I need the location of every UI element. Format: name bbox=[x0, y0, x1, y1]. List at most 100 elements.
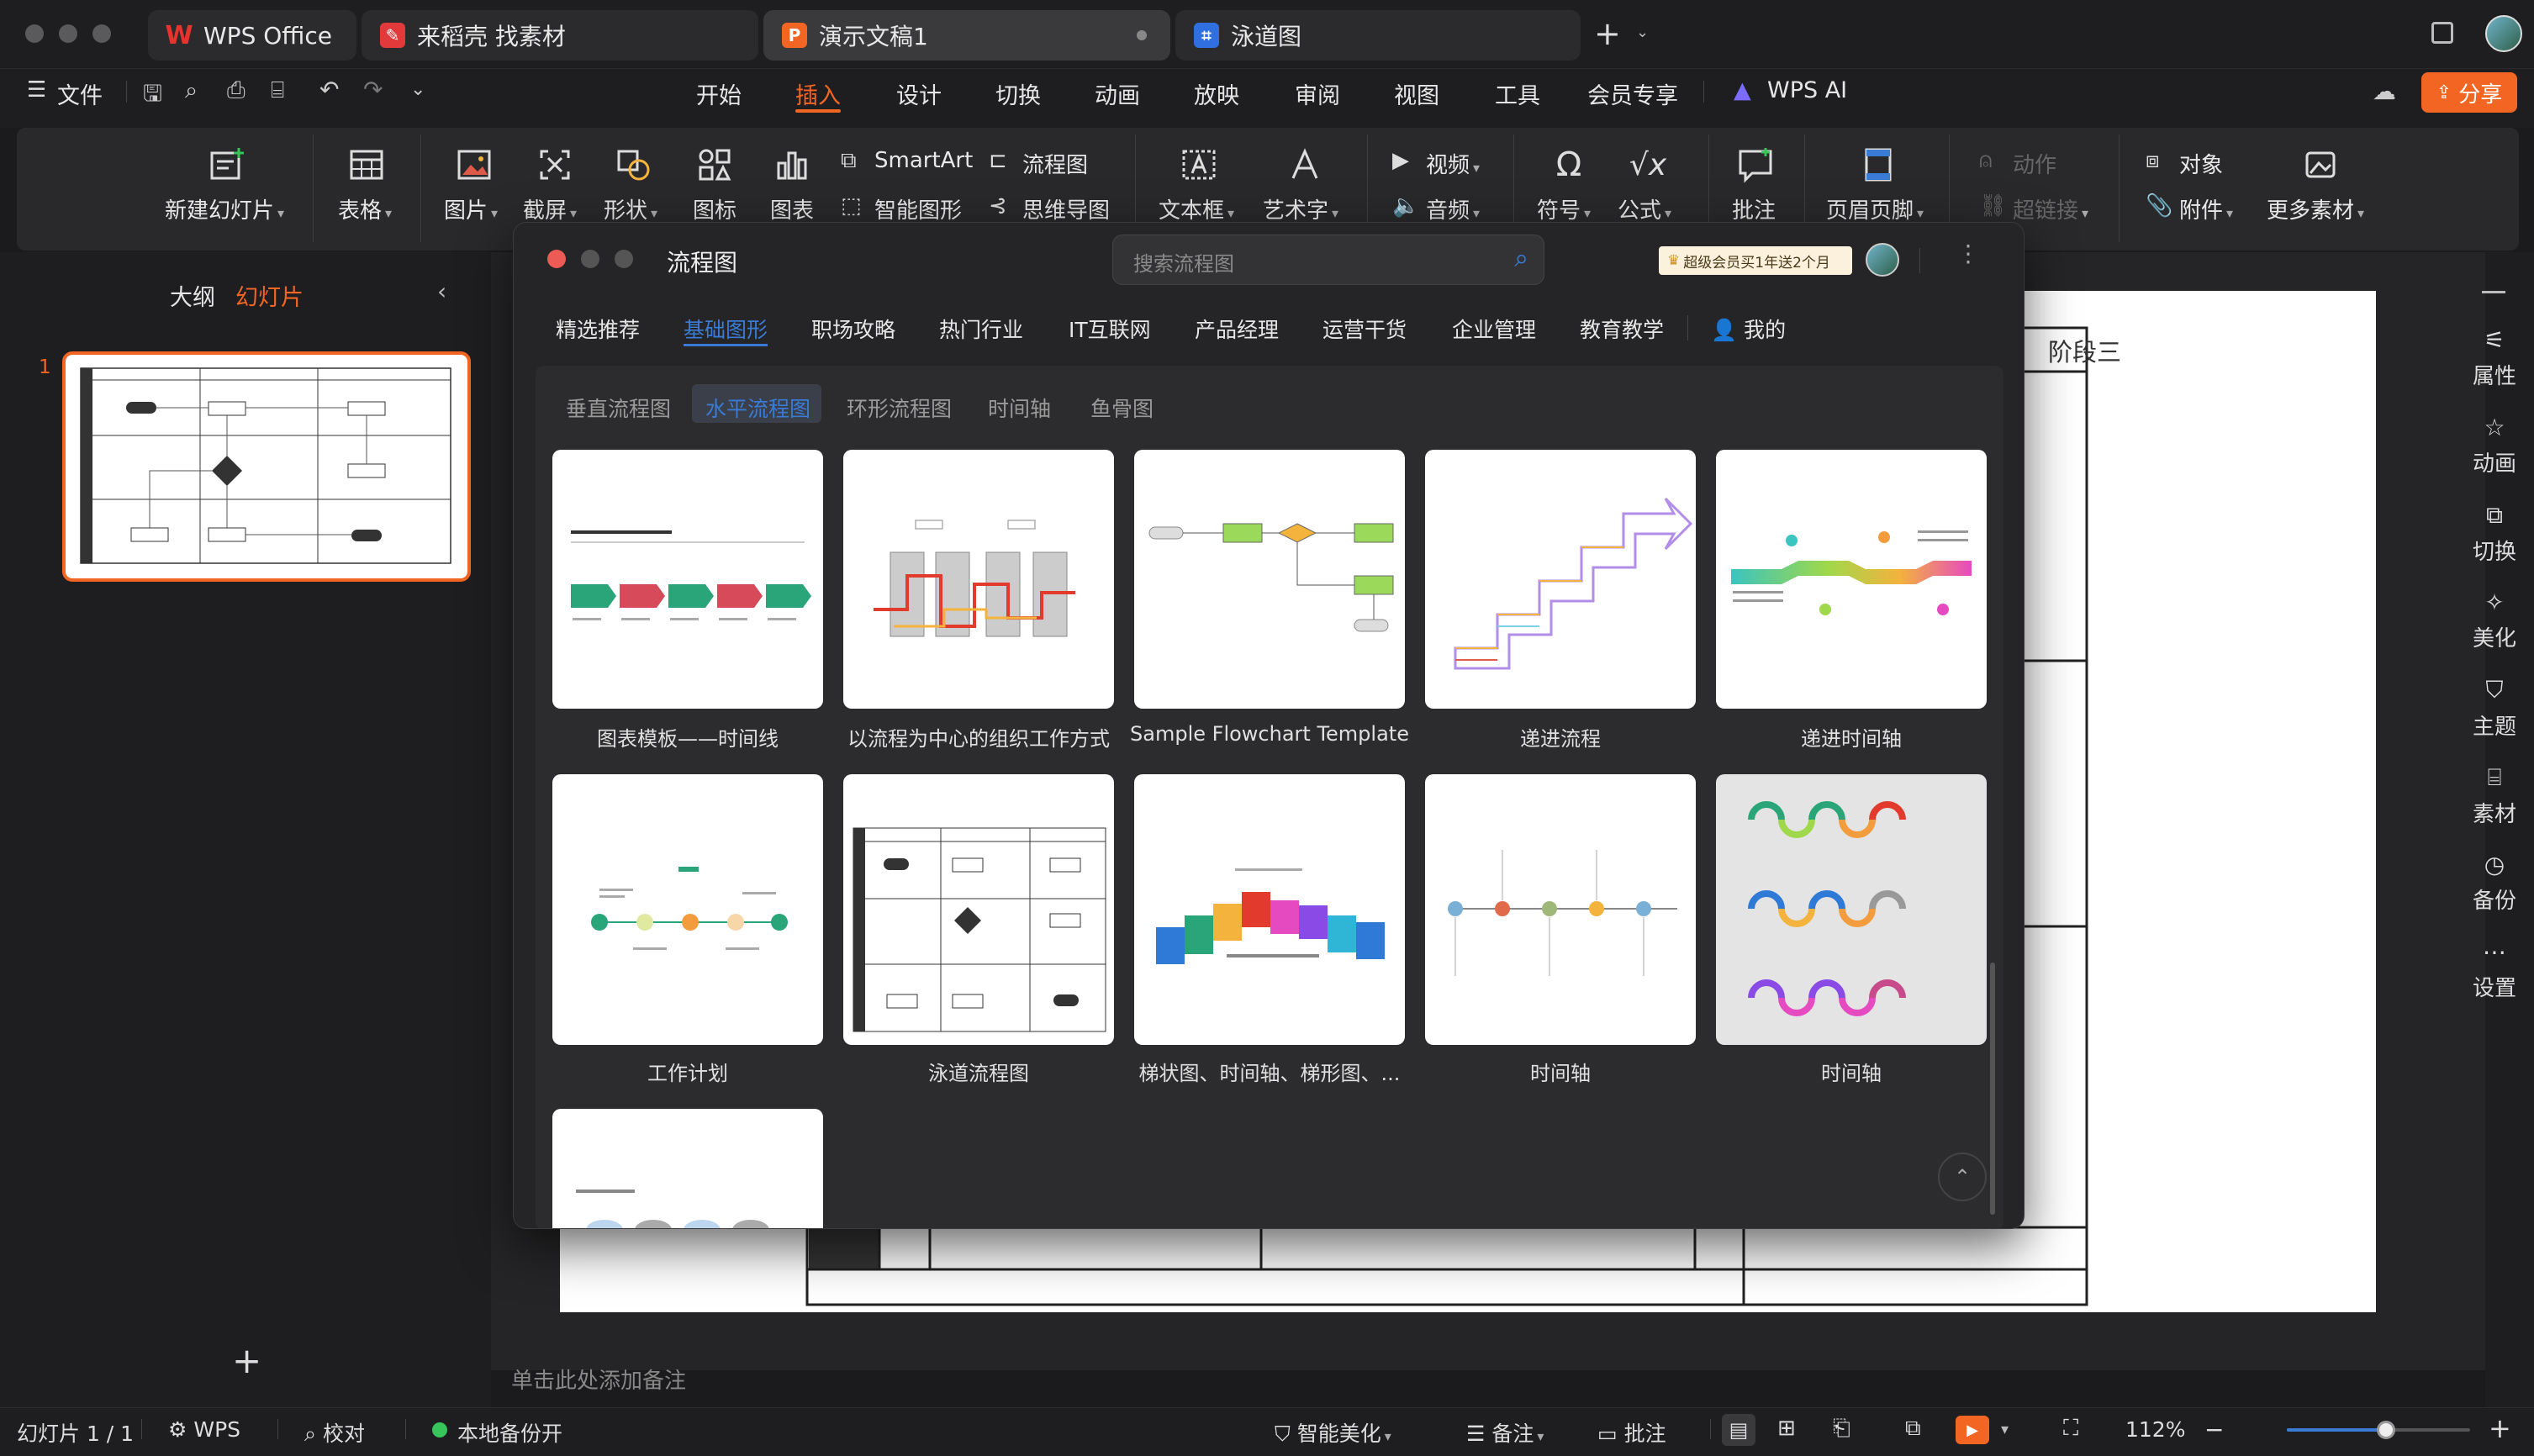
wordart-button[interactable]: 艺术字 ▾ bbox=[1263, 193, 1338, 224]
template-card-partial[interactable] bbox=[552, 1109, 823, 1228]
reading-view-icon[interactable]: ⎗ bbox=[1833, 1416, 1850, 1442]
table-button[interactable]: 表格 ▾ bbox=[338, 193, 392, 224]
category-industry[interactable]: 热门行业 bbox=[939, 314, 1023, 344]
format-painter-icon[interactable]: ⌕ bbox=[185, 77, 198, 104]
zoom-slider[interactable] bbox=[2287, 1421, 2470, 1439]
template-card-swimlane[interactable] bbox=[843, 774, 1114, 1045]
wps-ai-button[interactable]: WPS AI bbox=[1767, 77, 1847, 103]
subcategory-vertical[interactable]: 垂直流程图 bbox=[566, 393, 671, 423]
presenter-view-icon[interactable]: ⧉ bbox=[1905, 1416, 1921, 1442]
subcategory-timeline[interactable]: 时间轴 bbox=[988, 393, 1051, 423]
icon-button[interactable]: 图标 bbox=[693, 193, 736, 224]
local-backup-button[interactable]: 本地备份开 bbox=[457, 1417, 562, 1448]
category-workplace[interactable]: 职场攻略 bbox=[811, 314, 895, 344]
template-card-process-org[interactable] bbox=[843, 450, 1114, 709]
tab-presentation[interactable]: P 演示文稿1 bbox=[763, 10, 1170, 61]
tab-slideshow[interactable]: 放映 bbox=[1194, 77, 1239, 110]
tab-docer[interactable]: ✎ 来稻壳 找素材 bbox=[362, 10, 758, 61]
shape-button[interactable]: 形状 ▾ bbox=[604, 193, 657, 224]
table-icon[interactable] bbox=[346, 145, 387, 185]
sidebar-properties[interactable]: ⚟ 属性 bbox=[2455, 326, 2534, 390]
template-card-stair-timeline[interactable] bbox=[1134, 774, 1405, 1045]
sidebar-animation[interactable]: ☆ 动画 bbox=[2455, 414, 2534, 477]
more-options-icon[interactable]: ⋮ bbox=[1956, 240, 1980, 267]
cloud-sync-icon[interactable]: ☁ bbox=[2373, 77, 2396, 105]
scroll-to-top-button[interactable]: ⌃ bbox=[1938, 1153, 1987, 1201]
category-it[interactable]: IT互联网 bbox=[1069, 314, 1151, 344]
chevron-down-icon[interactable]: ▾ bbox=[2001, 1421, 2009, 1438]
template-scrollbar[interactable] bbox=[1990, 963, 1995, 1215]
screenshot-icon[interactable] bbox=[535, 145, 575, 185]
chart-button[interactable]: 图表 bbox=[770, 193, 814, 224]
header-footer-icon[interactable] bbox=[1858, 145, 1898, 185]
tab-animation[interactable]: 动画 bbox=[1095, 77, 1140, 110]
tab-overview-icon[interactable] bbox=[2431, 22, 2453, 44]
tab-insert[interactable]: 插入 bbox=[795, 77, 841, 110]
subcategory-fishbone[interactable]: 鱼骨图 bbox=[1090, 393, 1153, 423]
tab-tools[interactable]: 工具 bbox=[1495, 77, 1540, 110]
new-slide-button[interactable]: 新建幻灯片 ▾ bbox=[165, 193, 284, 224]
hyperlink-button[interactable]: 超链接 ▾ bbox=[2013, 193, 2088, 224]
add-slide-button[interactable]: + bbox=[232, 1340, 261, 1381]
tab-transition[interactable]: 切换 bbox=[995, 77, 1041, 110]
symbol-button[interactable]: 符号 ▾ bbox=[1537, 193, 1591, 224]
category-mine[interactable]: 👤 我的 bbox=[1711, 314, 1786, 344]
wps-status-button[interactable]: ⚙ WPS bbox=[168, 1417, 240, 1442]
template-card-timeline-chart[interactable] bbox=[552, 450, 823, 709]
collapse-panel-icon[interactable]: ‹ bbox=[437, 277, 446, 305]
more-material-icon[interactable] bbox=[2300, 145, 2341, 185]
search-icon[interactable]: ⌕ bbox=[1514, 244, 1528, 273]
new-tab-button[interactable]: + bbox=[1594, 15, 1621, 52]
chart-icon[interactable] bbox=[772, 145, 812, 185]
notes-button[interactable]: ☰ 备注 ▾ bbox=[1466, 1417, 1544, 1448]
shape-icon[interactable] bbox=[614, 145, 654, 185]
dialog-avatar[interactable] bbox=[1866, 243, 1899, 277]
object-button[interactable]: 对象 bbox=[2179, 148, 2223, 179]
template-card-sample-flowchart[interactable] bbox=[1134, 450, 1405, 709]
action-button[interactable]: 动作 bbox=[2013, 148, 2056, 179]
status-comment-button[interactable]: ▭ 批注 bbox=[1597, 1417, 1666, 1448]
normal-view-icon[interactable]: ▤ bbox=[1722, 1414, 1755, 1446]
tab-swimlane[interactable]: ⌗ 泳道图 bbox=[1175, 10, 1581, 61]
sidebar-theme[interactable]: ⛉ 主题 bbox=[2455, 676, 2534, 741]
template-card-progressive-timeline[interactable] bbox=[1716, 450, 1987, 709]
redo-icon[interactable]: ↷ bbox=[363, 76, 383, 103]
save-icon[interactable]: 🖫 bbox=[143, 77, 162, 116]
smartart-button[interactable]: SmartArt bbox=[874, 148, 973, 173]
formula-icon[interactable]: √x bbox=[1628, 145, 1668, 185]
header-footer-button[interactable]: 页眉页脚 ▾ bbox=[1826, 193, 1924, 224]
window-zoom-button[interactable] bbox=[92, 24, 111, 43]
tab-outline[interactable]: 大纲 bbox=[170, 279, 215, 312]
wordart-icon[interactable] bbox=[1285, 145, 1325, 185]
window-close-button[interactable] bbox=[25, 24, 44, 43]
collapse-sidebar-icon[interactable] bbox=[2482, 291, 2505, 293]
flowchart-search-input[interactable]: 搜索流程图 ⌕ bbox=[1112, 235, 1544, 285]
template-card-timeline-a[interactable] bbox=[1425, 774, 1696, 1045]
attachment-button[interactable]: 附件 ▾ bbox=[2179, 193, 2233, 224]
zoom-slider-knob[interactable] bbox=[2376, 1421, 2395, 1439]
file-menu[interactable]: 文件 bbox=[57, 77, 103, 110]
zoom-level[interactable]: 112% bbox=[2125, 1417, 2185, 1442]
dialog-zoom-button[interactable] bbox=[615, 250, 633, 268]
fit-window-icon[interactable]: ⛶ bbox=[2063, 1416, 2078, 1442]
zoom-out-button[interactable]: − bbox=[2204, 1416, 2224, 1443]
sidebar-beautify[interactable]: ✧ 美化 bbox=[2455, 588, 2534, 652]
icon-library-icon[interactable] bbox=[694, 145, 735, 185]
chevron-down-icon[interactable]: ⌄ bbox=[1636, 24, 1649, 41]
dialog-minimize-button[interactable] bbox=[581, 250, 599, 268]
category-basic-shapes[interactable]: 基础图形 bbox=[684, 314, 768, 344]
screenshot-button[interactable]: 截屏 ▾ bbox=[523, 193, 577, 224]
dialog-close-button[interactable] bbox=[547, 250, 566, 268]
category-management[interactable]: 企业管理 bbox=[1452, 314, 1536, 344]
comment-icon[interactable] bbox=[1735, 145, 1776, 185]
tab-member[interactable]: 会员专享 bbox=[1587, 77, 1678, 110]
tab-view[interactable]: 视图 bbox=[1394, 77, 1439, 110]
smart-beautify-button[interactable]: ⛉ 智能美化 ▾ bbox=[1275, 1417, 1391, 1448]
print-preview-icon[interactable]: ⌸ bbox=[271, 77, 284, 104]
sidebar-settings[interactable]: ⋯ 设置 bbox=[2455, 938, 2534, 1002]
vip-promo-banner[interactable]: ♛ 超级会员买1年送2个月 bbox=[1659, 246, 1852, 275]
play-slideshow-button[interactable]: ▶ bbox=[1956, 1416, 1989, 1444]
comment-button[interactable]: 批注 bbox=[1732, 193, 1776, 224]
print-icon[interactable]: ⎙ bbox=[227, 77, 245, 104]
sidebar-backup[interactable]: ◷ 备份 bbox=[2455, 851, 2534, 915]
